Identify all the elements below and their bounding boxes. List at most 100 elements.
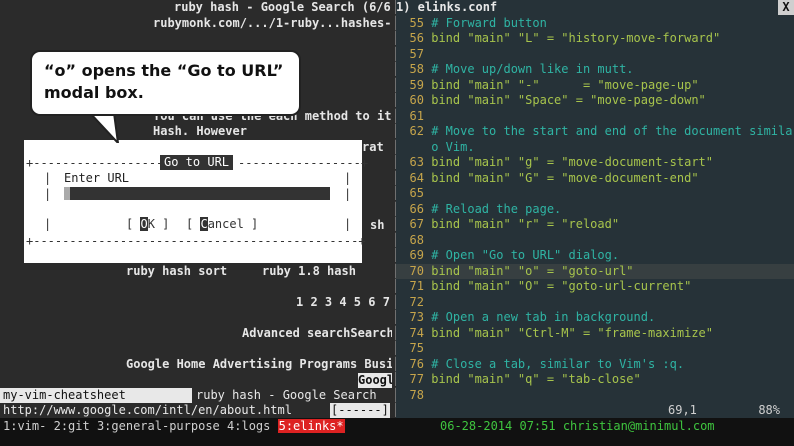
code-text: bind "main" "L" = "history-move-forward" <box>431 31 721 45</box>
vim-line[interactable]: 55 # Forward button <box>396 16 794 32</box>
vim-ruler: 69,1 88% <box>396 402 794 418</box>
vim-line[interactable]: 65 <box>396 186 794 202</box>
modal-border-bottom: +---------------------------------------… <box>26 234 366 248</box>
vim-pane[interactable]: 1) elinks.conf X 55 # Forward button 56 b… <box>396 0 794 418</box>
advanced-search-link[interactable]: Advanced searchSearch <box>242 326 392 341</box>
close-icon[interactable]: X <box>778 0 794 15</box>
line-number: 63 <box>409 155 424 169</box>
code-comment: # Move up/down like in mutt. <box>431 62 634 76</box>
tmux-window[interactable]: 3:general-purpose <box>97 419 220 433</box>
page-title-line: ruby hash - Google Search (6/6) <box>174 0 392 14</box>
line-number: 74 <box>409 325 424 340</box>
callout-tail <box>90 113 120 143</box>
vim-line[interactable]: 63 bind "main" "g" = "move-document-star… <box>396 155 794 171</box>
related-search-2[interactable]: ruby 1.8 hash <box>262 264 356 279</box>
google-link-fragment[interactable]: Googl <box>358 373 392 388</box>
cursor-position: 69,1 <box>668 403 697 417</box>
line-number: 56 <box>409 31 424 45</box>
vim-line[interactable]: 56 bind "main" "L" = "history-move-forwa… <box>396 31 794 47</box>
vim-line[interactable]: o Vim. <box>396 140 794 156</box>
modal-border-left: | <box>44 217 52 231</box>
modal-border-right: | <box>344 171 352 185</box>
snippet-fragment-2: sh <box>370 218 385 232</box>
snippet-fragment-1: rat <box>362 140 384 154</box>
vim-line[interactable]: 76 # Close a tab, similar to Vim's :q. <box>396 357 794 373</box>
line-number: 71 <box>409 279 424 293</box>
code-comment: # Reload the page. <box>431 201 562 216</box>
vim-line[interactable]: 73 # Open a new tab in background. <box>396 310 794 326</box>
vim-line[interactable]: 78 <box>396 388 794 404</box>
footer-links[interactable]: Google Home Advertising Programs Busine <box>126 357 392 372</box>
elinks-status-bar: http://www.google.com/intl/en/about.html… <box>0 403 392 418</box>
vim-line[interactable]: 60 bind "main" "Space" = "move-page-down… <box>396 93 794 109</box>
code-text: bind "main" "G" = "move-document-end" <box>431 170 699 185</box>
code-comment: # Open "Go to URL" dialog. <box>431 248 620 262</box>
line-number: 76 <box>409 356 424 371</box>
callout-line-1: “o” opens the “Go to URL” <box>44 61 284 80</box>
annotation-callout: “o” opens the “Go to URL” modal box. <box>30 50 301 116</box>
pagination[interactable]: 1 2 3 4 5 6 7 <box>296 295 390 310</box>
line-number: 73 <box>409 310 424 324</box>
line-number: 78 <box>409 387 424 402</box>
vim-line[interactable]: 61 <box>396 109 794 125</box>
code-comment: # Forward button <box>431 15 547 30</box>
vim-line[interactable]: 67 bind "main" "r" = "reload" <box>396 217 794 233</box>
tmux-status-bar: 1:vim- 2:git 3:general-purpose 4:logs 5:… <box>0 418 794 446</box>
ok-button[interactable]: [ OK ] <box>126 217 169 231</box>
vim-line[interactable]: 58 # Move up/down like in mutt. <box>396 62 794 78</box>
status-url: http://www.google.com/intl/en/about.html <box>3 403 292 417</box>
line-number: 69 <box>409 248 424 262</box>
elinks-title-bar: my-vim-cheatsheet ruby hash - Google Sea… <box>0 388 392 403</box>
tmux-window[interactable]: 4:logs <box>227 419 270 433</box>
vim-line[interactable]: 75 <box>396 341 794 357</box>
callout-line-2: modal box. <box>44 83 144 102</box>
modal-border-right: | <box>344 187 352 201</box>
code-text: bind "main" "O" = "goto-url-current" <box>431 279 692 293</box>
line-number: 61 <box>409 108 424 123</box>
code-text: bind "main" "Ctrl-M" = "frame-maximize" <box>431 325 713 340</box>
line-number: 70 <box>409 263 424 278</box>
modal-border-left: | <box>44 171 52 185</box>
vim-line[interactable]: 64 bind "main" "G" = "move-document-end" <box>396 171 794 187</box>
goto-url-modal: +--------------------- Go to URL -------… <box>24 140 368 263</box>
vim-line[interactable]: 62 # Move to the start and end of the do… <box>396 124 794 140</box>
vim-line[interactable]: 69 # Open "Go to URL" dialog. <box>396 248 794 264</box>
line-number: 59 <box>409 77 424 92</box>
vim-buffer[interactable]: 55 # Forward button 56 bind "main" "L" = … <box>396 16 794 404</box>
bookmark-name[interactable]: my-vim-cheatsheet <box>0 388 192 403</box>
vim-line[interactable]: 66 # Reload the page. <box>396 202 794 218</box>
vim-line[interactable]: 74 bind "main" "Ctrl-M" = "frame-maximiz… <box>396 326 794 342</box>
result-snippet-2: Hash. However <box>153 124 247 138</box>
url-input[interactable] <box>64 187 330 200</box>
text-cursor <box>64 187 70 200</box>
vim-tab-title: 1) elinks.conf X <box>396 0 794 15</box>
vim-line[interactable]: 71 bind "main" "O" = "goto-url-current" <box>396 279 794 295</box>
tmux-window[interactable]: 2:git <box>54 419 90 433</box>
code-comment: # Move to the start and end of the docum… <box>431 124 794 138</box>
vim-line[interactable]: 77 bind "main" "q" = "tab-close" <box>396 372 794 388</box>
line-number: 77 <box>409 372 424 386</box>
vim-line[interactable]: 70 bind "main" "o" = "goto-url" <box>396 263 794 279</box>
tmux-window[interactable]: 1:vim- <box>3 419 46 433</box>
vim-line[interactable]: 72 <box>396 295 794 311</box>
vim-line[interactable]: 59 bind "main" "-" = "move-page-up" <box>396 78 794 94</box>
modal-title: Go to URL <box>160 155 234 170</box>
vim-line[interactable]: 57 <box>396 47 794 63</box>
tmux-window-active[interactable]: 5:elinks* <box>277 419 345 433</box>
code-comment: # Close a tab, similar to Vim's :q. <box>431 356 685 371</box>
line-number: 68 <box>409 232 424 247</box>
modal-border-top-right: -----------------+ <box>238 156 369 170</box>
result-url[interactable]: rubymonk.com/.../1-ruby...hashes-in <box>153 16 392 31</box>
cancel-button[interactable]: [ Cancel ] <box>186 217 258 231</box>
related-search-1[interactable]: ruby hash sort <box>126 264 227 279</box>
line-number: 67 <box>409 217 424 231</box>
code-text: bind "main" "r" = "reload" <box>431 217 620 231</box>
code-comment: # Open a new tab in background. <box>431 310 656 324</box>
line-number: 62 <box>409 124 424 138</box>
code-text: bind "main" "-" = "move-page-up" <box>431 77 699 92</box>
tmux-datetime: 06-28-2014 07:51 christian@minimul.com <box>440 419 715 433</box>
vim-line[interactable]: 68 <box>396 233 794 249</box>
url-input-label: Enter URL <box>64 171 130 185</box>
progress-indicator: [------] <box>330 403 390 418</box>
line-number: 55 <box>409 15 424 30</box>
